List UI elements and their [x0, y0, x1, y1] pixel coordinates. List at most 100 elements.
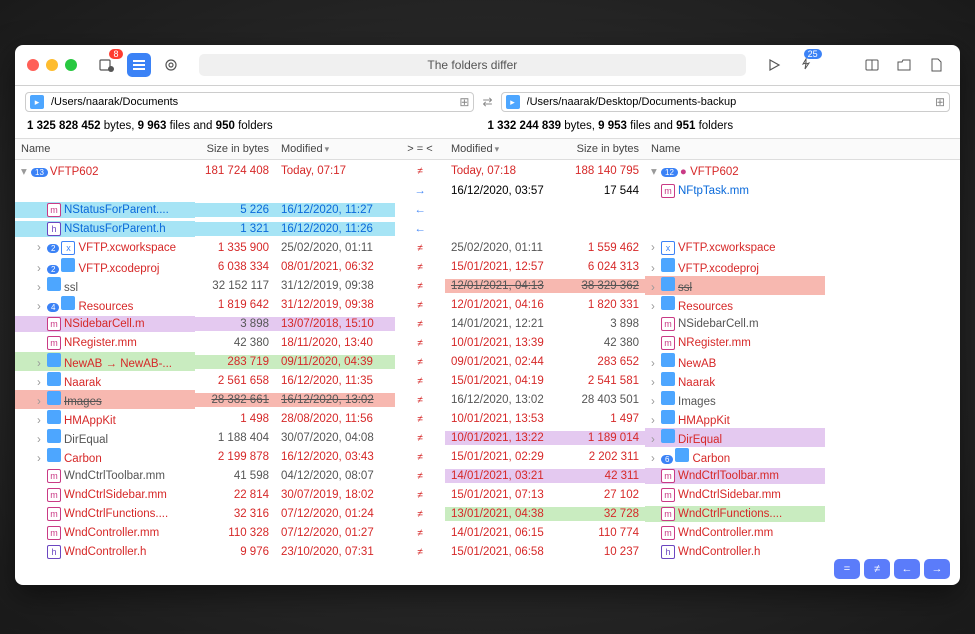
file-size: 2 541 581: [565, 374, 645, 388]
table-row[interactable]: hWndController.h9 97623/10/2020, 07:31≠1…: [15, 542, 960, 561]
folder-icon: [661, 410, 675, 424]
chevron-right-icon[interactable]: ›: [651, 282, 661, 294]
chevron-right-icon[interactable]: ›: [651, 396, 661, 408]
chevron-right-icon[interactable]: ›: [37, 415, 47, 427]
file-size: 3 898: [195, 317, 275, 331]
header-size-left[interactable]: Size in bytes: [195, 139, 275, 159]
right-path-box[interactable]: ▸ ⊞: [501, 92, 950, 112]
chevron-right-icon[interactable]: ›: [651, 377, 661, 389]
sync-icon[interactable]: 25: [794, 53, 818, 77]
file-name: VFTP.xcodeproj: [78, 263, 159, 275]
minimize-button[interactable]: [46, 59, 58, 71]
chevron-right-icon[interactable]: ›: [37, 358, 47, 370]
table-row[interactable]: ›Naarak2 561 65816/12/2020, 11:35≠15/01/…: [15, 371, 960, 390]
table-row[interactable]: →16/12/2020, 03:5717 544mNFtpTask.mm: [15, 181, 960, 200]
header-diff[interactable]: > = <: [395, 139, 445, 159]
chevron-right-icon[interactable]: ›: [651, 358, 661, 370]
diff-indicator: ←: [395, 222, 445, 236]
diff-indicator: ≠: [395, 336, 445, 350]
chevron-right-icon[interactable]: ›: [37, 282, 47, 294]
chevron-right-icon[interactable]: ›: [37, 263, 47, 275]
folder-icon: [661, 277, 675, 291]
folder-icon[interactable]: [892, 53, 916, 77]
file-name: WndCtrlToolbar.mm: [64, 470, 165, 482]
play-icon[interactable]: [762, 53, 786, 77]
chevron-down-icon[interactable]: ▾: [21, 164, 31, 178]
swap-icon[interactable]: ⇄: [482, 95, 492, 109]
close-button[interactable]: [27, 59, 39, 71]
document-icon[interactable]: [924, 53, 948, 77]
layout-columns-icon[interactable]: [860, 53, 884, 77]
chevron-right-icon[interactable]: ›: [651, 415, 661, 427]
table-row[interactable]: ›2xVFTP.xcworkspace1 335 90025/02/2020, …: [15, 238, 960, 257]
table-row[interactable]: ›HMAppKit1 49828/08/2020, 11:56≠10/01/20…: [15, 409, 960, 428]
gear-icon[interactable]: [159, 53, 183, 77]
compare-icon[interactable]: 8: [95, 53, 119, 77]
fullscreen-button[interactable]: [65, 59, 77, 71]
chevron-right-icon[interactable]: ›: [37, 377, 47, 389]
file-size: 1 335 900: [195, 241, 275, 255]
table-row[interactable]: mWndCtrlFunctions....32 31607/12/2020, 0…: [15, 504, 960, 523]
header-size-right[interactable]: Size in bytes: [565, 139, 645, 159]
m-icon: m: [47, 526, 61, 540]
file-size: 283 652: [565, 355, 645, 369]
chevron-right-icon[interactable]: ›: [651, 242, 661, 254]
root-size: 181 724 408: [195, 164, 275, 178]
m-icon: m: [47, 317, 61, 331]
table-row[interactable]: ›4Resources1 819 64231/12/2019, 09:38≠12…: [15, 295, 960, 314]
chevron-right-icon[interactable]: ›: [651, 301, 661, 313]
chevron-right-icon[interactable]: ›: [37, 301, 47, 313]
file-name: Naarak: [678, 377, 715, 389]
chevron-right-icon[interactable]: ›: [37, 396, 47, 408]
table-row[interactable]: ›ssl32 152 11731/12/2019, 09:38≠12/01/20…: [15, 276, 960, 295]
table-row[interactable]: mWndController.mm110 32807/12/2020, 01:2…: [15, 523, 960, 542]
equals-button[interactable]: =: [834, 559, 860, 579]
h-icon: h: [47, 222, 61, 236]
file-size: [195, 190, 275, 192]
table-row[interactable]: mWndCtrlToolbar.mm41 59804/12/2020, 08:0…: [15, 466, 960, 485]
m-icon: m: [47, 203, 61, 217]
header-modified-right[interactable]: Modified▾: [445, 139, 565, 159]
file-size: 10 237: [565, 545, 645, 559]
root-row[interactable]: ▾13VFTP602 181 724 408 Today, 07:17 ≠ To…: [15, 160, 960, 181]
file-list[interactable]: ▾13VFTP602 181 724 408 Today, 07:17 ≠ To…: [15, 160, 960, 585]
chevron-right-icon[interactable]: ›: [651, 434, 661, 446]
table-row[interactable]: ›NewAB → NewAB-...283 71909/11/2020, 04:…: [15, 352, 960, 371]
not-equals-button[interactable]: ≠: [864, 559, 890, 579]
table-row[interactable]: ›Images28 382 66116/12/2020, 13:02≠16/12…: [15, 390, 960, 409]
file-name: ssl: [678, 282, 692, 294]
right-path-input[interactable]: [527, 96, 931, 108]
copy-left-button[interactable]: ←: [894, 559, 920, 579]
table-row[interactable]: mNRegister.mm42 38018/11/2020, 13:40≠10/…: [15, 333, 960, 352]
folder-icon: [47, 353, 61, 367]
chevron-right-icon[interactable]: ›: [37, 453, 47, 465]
file-modified: 23/10/2020, 07:31: [275, 545, 395, 559]
chevron-down-icon[interactable]: ▾: [651, 164, 661, 178]
tree-icon[interactable]: ⊞: [459, 95, 469, 109]
file-name: Carbon: [692, 453, 730, 465]
table-row[interactable]: mWndCtrlSidebar.mm22 81430/07/2019, 18:0…: [15, 485, 960, 504]
chevron-right-icon[interactable]: ›: [651, 453, 661, 465]
left-path-input[interactable]: [51, 96, 455, 108]
table-row[interactable]: hNStatusForParent.h1 32116/12/2020, 11:2…: [15, 219, 960, 238]
list-view-icon[interactable]: [127, 53, 151, 77]
copy-right-button[interactable]: →: [924, 559, 950, 579]
file-name: NSidebarCell.m: [678, 318, 759, 330]
tree-icon[interactable]: ⊞: [935, 95, 945, 109]
header-name-right[interactable]: Name: [645, 139, 825, 159]
table-row[interactable]: ›Carbon2 199 87816/12/2020, 03:43≠15/01/…: [15, 447, 960, 466]
header-modified-left[interactable]: Modified▾: [275, 139, 395, 159]
chevron-right-icon[interactable]: ›: [37, 434, 47, 446]
file-modified: 15/01/2021, 02:29: [445, 450, 565, 464]
chevron-right-icon[interactable]: ›: [37, 242, 47, 254]
file-name: ssl: [64, 282, 78, 294]
table-row[interactable]: ›DirEqual1 188 40430/07/2020, 04:08≠10/0…: [15, 428, 960, 447]
table-row[interactable]: ›2VFTP.xcodeproj6 038 33408/01/2021, 06:…: [15, 257, 960, 276]
table-row[interactable]: mNStatusForParent....5 22616/12/2020, 11…: [15, 200, 960, 219]
file-name: WndCtrlToolbar.mm: [678, 470, 779, 482]
left-path-box[interactable]: ▸ ⊞: [25, 92, 474, 112]
table-row[interactable]: mNSidebarCell.m3 89813/07/2018, 15:10≠14…: [15, 314, 960, 333]
file-name: NStatusForParent....: [64, 204, 169, 216]
chevron-right-icon[interactable]: ›: [651, 263, 661, 275]
header-name-left[interactable]: Name: [15, 139, 195, 159]
